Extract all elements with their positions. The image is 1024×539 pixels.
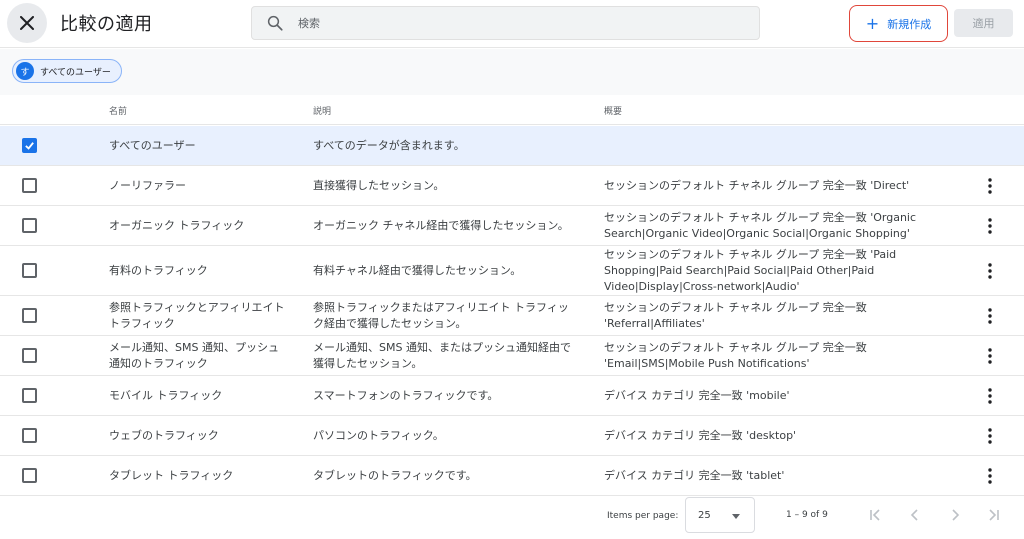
last-page-icon [989, 509, 999, 521]
row-checkbox[interactable] [22, 388, 37, 403]
row-name: メール通知、SMS 通知、プッシュ通知のトラフィック [109, 340, 279, 370]
close-button[interactable] [7, 3, 47, 43]
row-description: スマートフォンのトラフィックです。 [313, 388, 499, 402]
table-header: 名前 説明 概要 [0, 95, 1024, 125]
search-icon [267, 15, 283, 31]
items-per-page-label: Items per page: [607, 511, 679, 521]
row-checkbox[interactable] [22, 218, 37, 233]
row-checkbox[interactable] [22, 428, 37, 443]
row-description: メール通知、SMS 通知、またはプッシュ通知経由で獲得したセッション。 [313, 340, 571, 370]
more-vert-icon[interactable] [988, 427, 992, 444]
table-row[interactable]: すべてのユーザー すべてのデータが含まれます。 [0, 126, 1024, 166]
row-summary: セッションのデフォルト チャネル グループ 完全一致 'Direct' [604, 178, 910, 192]
more-vert-icon[interactable] [988, 262, 992, 279]
table-row[interactable]: モバイル トラフィック スマートフォンのトラフィックです。 デバイス カテゴリ … [0, 376, 1024, 416]
more-vert-icon[interactable] [988, 217, 992, 234]
row-summary [604, 126, 934, 165]
items-per-page-select[interactable]: 25 [685, 497, 755, 533]
table-row[interactable]: ノーリファラー 直接獲得したセッション。 セッションのデフォルト チャネル グル… [0, 166, 1024, 206]
more-vert-icon[interactable] [988, 307, 992, 324]
comparison-chip[interactable]: す すべてのユーザー [12, 59, 122, 83]
first-page-button[interactable] [865, 505, 885, 525]
row-description: 参照トラフィックまたはアフィリエイト トラフィック経由で獲得したセッション。 [313, 300, 569, 330]
range-label: 1 – 9 of 9 [786, 510, 828, 520]
close-icon [20, 16, 34, 30]
row-checkbox[interactable] [22, 138, 37, 153]
last-page-button[interactable] [984, 505, 1004, 525]
apply-button[interactable]: 適用 [954, 9, 1013, 37]
row-name: タブレット トラフィック [109, 468, 234, 482]
row-checkbox[interactable] [22, 468, 37, 483]
row-summary: セッションのデフォルト チャネル グループ 完全一致 'Referral|Aff… [604, 300, 867, 330]
previous-page-button[interactable] [905, 505, 925, 525]
row-description: タブレットのトラフィックです。 [313, 468, 477, 482]
row-name: オーガニック トラフィック [109, 218, 245, 232]
row-checkbox[interactable] [22, 263, 37, 278]
chevron-right-icon [952, 509, 960, 521]
table-row[interactable]: メール通知、SMS 通知、プッシュ通知のトラフィック メール通知、SMS 通知、… [0, 336, 1024, 376]
row-name: ノーリファラー [109, 178, 186, 192]
paginator: Items per page: 25 1 – 9 of 9 [0, 497, 1024, 535]
items-per-page-value: 25 [698, 509, 711, 521]
plus-icon: + [865, 13, 880, 33]
table-row[interactable]: タブレット トラフィック タブレットのトラフィックです。 デバイス カテゴリ 完… [0, 456, 1024, 496]
row-description: すべてのデータが含まれます。 [313, 138, 465, 152]
row-summary: セッションのデフォルト チャネル グループ 完全一致 'Email|SMS|Mo… [604, 340, 867, 370]
column-header-description: 説明 [313, 107, 332, 117]
new-comparison-button[interactable]: + 新規作成 [849, 5, 948, 42]
dropdown-caret-icon [732, 514, 740, 519]
row-checkbox[interactable] [22, 348, 37, 363]
row-summary: デバイス カテゴリ 完全一致 'desktop' [604, 428, 797, 442]
next-page-button[interactable] [945, 505, 965, 525]
row-name: モバイル トラフィック [109, 388, 223, 402]
row-description: 有料チャネル経由で獲得したセッション。 [313, 263, 522, 277]
more-vert-icon[interactable] [988, 347, 992, 364]
table-row[interactable]: オーガニック トラフィック オーガニック チャネル経由で獲得したセッション。 セ… [0, 206, 1024, 246]
chevron-left-icon [910, 509, 918, 521]
row-description: オーガニック チャネル経由で獲得したセッション。 [313, 218, 569, 232]
more-vert-icon[interactable] [988, 177, 992, 194]
row-description: パソコンのトラフィック。 [313, 428, 444, 442]
column-header-summary: 概要 [604, 107, 623, 117]
row-summary: セッションのデフォルト チャネル グループ 完全一致 'Paid Shoppin… [604, 247, 897, 293]
column-header-name: 名前 [109, 107, 128, 117]
check-icon [25, 142, 34, 150]
row-name: 参照トラフィックとアフィリエイト トラフィック [109, 300, 285, 330]
row-checkbox[interactable] [22, 178, 37, 193]
new-button-label: 新規作成 [887, 17, 932, 31]
search-input[interactable] [298, 16, 738, 30]
row-summary: セッションのデフォルト チャネル グループ 完全一致 'Organic Sear… [604, 210, 917, 240]
row-summary: デバイス カテゴリ 完全一致 'mobile' [604, 388, 790, 402]
chip-avatar: す [16, 62, 34, 80]
chip-label: すべてのユーザー [40, 67, 111, 78]
page-title: 比較の適用 [60, 14, 153, 35]
table-row[interactable]: ウェブのトラフィック パソコンのトラフィック。 デバイス カテゴリ 完全一致 '… [0, 416, 1024, 456]
table-row[interactable]: 参照トラフィックとアフィリエイト トラフィック 参照トラフィックまたはアフィリエ… [0, 296, 1024, 336]
search-box[interactable] [251, 6, 760, 40]
row-checkbox[interactable] [22, 308, 37, 323]
row-name: すべてのユーザー [109, 138, 196, 152]
row-name: 有料のトラフィック [109, 263, 208, 277]
more-vert-icon[interactable] [988, 467, 992, 484]
more-vert-icon[interactable] [988, 387, 992, 404]
row-summary: デバイス カテゴリ 完全一致 'tablet' [604, 468, 785, 482]
table-row[interactable]: 有料のトラフィック 有料チャネル経由で獲得したセッション。 セッションのデフォル… [0, 246, 1024, 296]
row-name: ウェブのトラフィック [109, 428, 219, 442]
selected-comparisons-bar: す すべてのユーザー [0, 49, 1024, 95]
first-page-icon [870, 509, 880, 521]
top-bar: 比較の適用 + 新規作成 適用 [0, 0, 1024, 48]
row-description: 直接獲得したセッション。 [313, 178, 445, 192]
